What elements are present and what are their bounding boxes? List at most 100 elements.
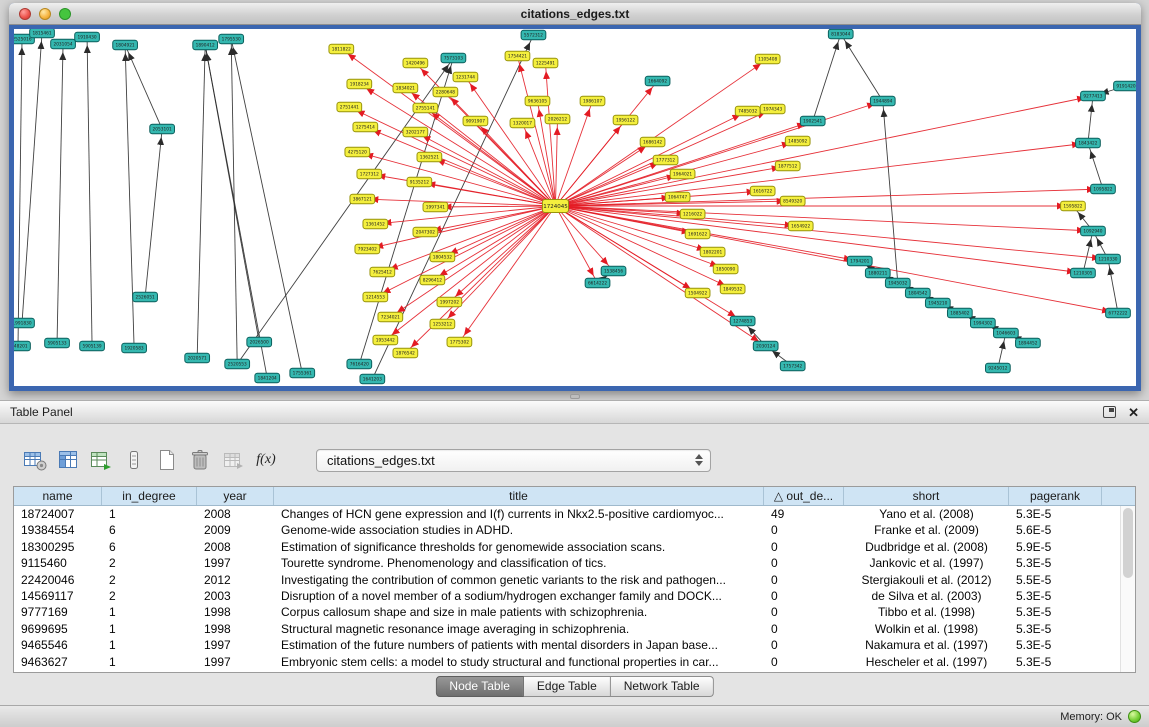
graph-node[interactable]: 7485032 — [735, 106, 760, 116]
graph-node[interactable]: 1757342 — [780, 361, 805, 371]
table-row[interactable]: 911546021997Tourette syndrome. Phenomeno… — [14, 555, 1135, 571]
graph-node[interactable]: 1210330 — [1096, 254, 1121, 264]
graph-node[interactable]: 1253212 — [430, 319, 455, 329]
graph-node[interactable]: 1974343 — [760, 104, 785, 114]
graph-node[interactable]: 1804542 — [905, 288, 930, 298]
graph-node[interactable]: 1538456 — [601, 266, 626, 276]
column-header-short[interactable]: short — [844, 487, 1009, 505]
graph-node[interactable]: 1092940 — [1081, 226, 1106, 236]
graph-node[interactable]: 2020571 — [185, 353, 210, 363]
graph-node[interactable]: 5905139 — [80, 341, 105, 351]
row-tools-icon[interactable] — [121, 447, 147, 473]
graph-node[interactable]: 8296412 — [420, 275, 445, 285]
window-titlebar[interactable]: citations_edges.txt — [9, 3, 1141, 25]
graph-node[interactable]: 8183044 — [828, 29, 853, 39]
table-vertical-scrollbar[interactable] — [1120, 506, 1135, 672]
graph-node[interactable]: 1994302 — [971, 318, 996, 328]
graph-node[interactable]: 1885402 — [947, 308, 972, 318]
graph-node[interactable]: 1225491 — [533, 58, 558, 68]
graph-node[interactable]: 9135212 — [407, 177, 432, 187]
graph-node[interactable]: 1274853 — [730, 316, 755, 326]
graph-node[interactable]: 1918234 — [347, 79, 372, 89]
graph-node[interactable]: 1727312 — [357, 169, 382, 179]
graph-node[interactable]: 1231744 — [453, 72, 478, 82]
graph-node[interactable]: 1361452 — [363, 219, 388, 229]
panel-splitter-handle[interactable] — [570, 394, 580, 399]
graph-node[interactable]: 9636105 — [525, 96, 550, 106]
graph-node[interactable]: 1804532 — [430, 252, 455, 262]
close-window-button[interactable] — [19, 8, 31, 20]
column-header-year[interactable]: year — [197, 487, 274, 505]
graph-node[interactable]: 1595822 — [1061, 201, 1086, 211]
table-selector[interactable]: citations_edges.txt — [316, 449, 711, 472]
graph-node[interactable]: 1834021 — [393, 83, 418, 93]
graph-node[interactable]: 1664092 — [645, 76, 670, 86]
tab-node-table[interactable]: Node Table — [435, 676, 524, 697]
graph-node[interactable]: 1804921 — [113, 40, 138, 50]
graph-node[interactable]: 1956122 — [613, 115, 638, 125]
graph-node[interactable]: 1876542 — [393, 348, 418, 358]
graph-node[interactable]: 4275120 — [345, 147, 370, 157]
graph-node[interactable]: 1944894 — [870, 96, 895, 106]
graph-node[interactable]: 1794201 — [847, 256, 872, 266]
table-row[interactable]: 2242004622012Investigating the contribut… — [14, 572, 1135, 588]
graph-node[interactable]: 1641203 — [360, 374, 385, 384]
graph-node[interactable]: 1815461 — [30, 29, 55, 38]
graph-node[interactable]: 1320017 — [510, 118, 535, 128]
table-row[interactable]: 1872400712008Changes of HCN gene express… — [14, 506, 1135, 522]
graph-node[interactable]: 1991830 — [14, 318, 34, 328]
graph-node[interactable]: 2751441 — [337, 102, 362, 112]
graph-node[interactable]: 2026212 — [545, 114, 570, 124]
graph-node[interactable]: 5572312 — [521, 30, 546, 40]
graph-node[interactable]: 1848201 — [14, 341, 30, 351]
graph-node[interactable]: 5905133 — [45, 338, 70, 348]
zoom-window-button[interactable] — [59, 8, 71, 20]
graph-node[interactable]: 2026500 — [247, 337, 272, 347]
graph-node[interactable]: 1964021 — [670, 169, 695, 179]
graph-node[interactable]: 1485092 — [785, 136, 810, 146]
column-header-name[interactable]: name — [14, 487, 102, 505]
graph-node[interactable]: 2030124 — [753, 341, 778, 351]
graph-node[interactable]: 1811822 — [329, 44, 354, 54]
graph-node[interactable]: 1095822 — [1091, 184, 1116, 194]
close-panel-icon[interactable]: ✕ — [1128, 406, 1139, 419]
graph-node[interactable]: 1686142 — [640, 137, 665, 147]
graph-node[interactable]: 1986107 — [580, 96, 605, 106]
graph-node[interactable]: 1654922 — [788, 221, 813, 231]
graph-node[interactable]: 1420496 — [403, 58, 428, 68]
column-header-in_degree[interactable]: in_degree — [102, 487, 197, 505]
graph-node[interactable]: 1841204 — [255, 373, 280, 383]
table-row[interactable]: 946554611997Estimation of the future num… — [14, 637, 1135, 653]
graph-node[interactable]: 1777312 — [653, 155, 678, 165]
graph-node[interactable]: 1894452 — [1016, 338, 1041, 348]
graph-node[interactable]: 7616420 — [347, 359, 372, 369]
graph-node[interactable]: 7625412 — [370, 267, 395, 277]
graph-node[interactable]: 3202177 — [403, 127, 428, 137]
graph-node[interactable]: 1945032 — [885, 278, 910, 288]
create-column-icon[interactable] — [88, 447, 114, 473]
show-columns-icon[interactable] — [55, 447, 81, 473]
graph-node[interactable]: 9245012 — [986, 363, 1011, 373]
graph-node[interactable]: 1214553 — [363, 292, 388, 302]
graph-node[interactable]: 1997202 — [437, 297, 462, 307]
graph-node[interactable]: 6772222 — [1106, 308, 1131, 318]
graph-node[interactable]: 1216022 — [680, 209, 705, 219]
table-row[interactable]: 977716911998Corpus callosum shape and si… — [14, 604, 1135, 620]
graph-node[interactable]: 1953442 — [373, 335, 398, 345]
graph-node[interactable]: 1064747 — [665, 192, 690, 202]
column-header-pagerank[interactable]: pagerank — [1009, 487, 1102, 505]
table-row[interactable]: 969969511998Structural magnetic resonanc… — [14, 621, 1135, 637]
tab-network-table[interactable]: Network Table — [611, 676, 714, 697]
graph-node[interactable]: 9091907 — [463, 116, 488, 126]
graph-node[interactable]: 7923402 — [355, 244, 380, 254]
graph-node[interactable]: 1802201 — [700, 247, 725, 257]
graph-node[interactable]: 2755141 — [413, 103, 438, 113]
graph-node[interactable]: 1849532 — [720, 284, 745, 294]
graph-node[interactable]: 9277413 — [1081, 91, 1106, 101]
column-header-out_de[interactable]: △ out_de... — [764, 487, 844, 505]
table-row[interactable]: 1830029562008Estimation of significance … — [14, 539, 1135, 555]
graph-node[interactable]: 7573103 — [441, 53, 466, 63]
graph-node[interactable]: 1105408 — [755, 54, 780, 64]
graph-node[interactable]: 1945210 — [925, 298, 950, 308]
export-table-icon[interactable] — [220, 447, 246, 473]
